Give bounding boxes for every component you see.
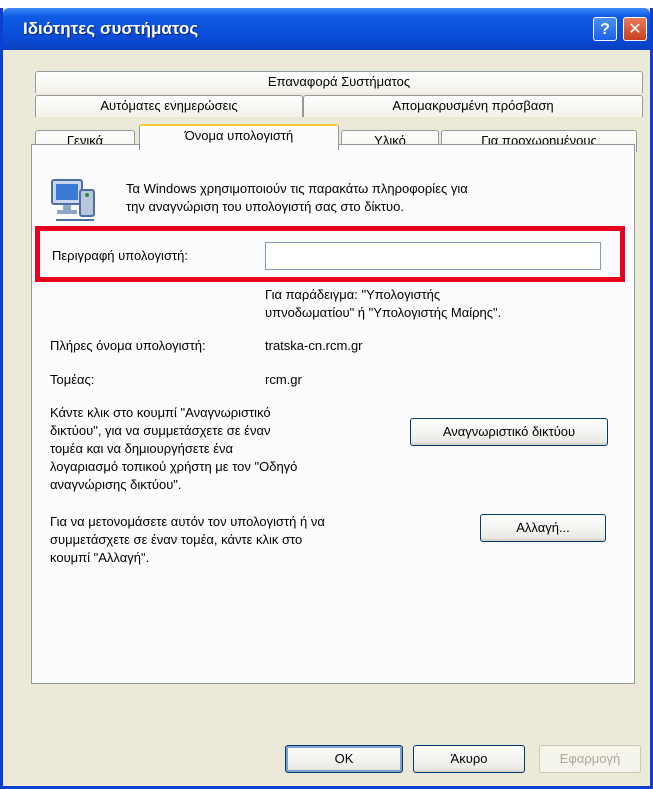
apply-button: Εφαρμογή <box>539 745 641 773</box>
netid-text-line5: αναγνώρισης δικτύου". <box>50 477 182 492</box>
netid-text-line2: δικτύου", για να συμμετάσχετε σε έναν <box>50 423 271 438</box>
computer-network-icon <box>51 179 95 221</box>
rename-text-line3: κουμπί "Αλλαγή". <box>50 550 150 565</box>
intro-text-line2: την αναγνώριση του υπολογιστή σας στο δί… <box>126 199 404 214</box>
netid-text-line1: Κάντε κλικ στο κουμπί "Αναγνωριστικό <box>50 405 271 420</box>
netid-text-line3: τομέα και να δημιουργήσετε ένα <box>50 441 234 456</box>
intro-text-line1: Τα Windows χρησιμοποιούν τις παρακάτω πλ… <box>126 181 468 196</box>
tab-computer-name[interactable]: Όνομα υπολογιστή <box>139 124 339 150</box>
rename-text-line1: Για να μετονομάσετε αυτόν τον υπολογιστή… <box>50 514 325 529</box>
example-text-line1: Για παράδειγμα: "Υπολογιστής <box>265 287 441 302</box>
red-highlight-box <box>35 226 625 282</box>
ok-button[interactable]: OK <box>285 745 403 773</box>
cancel-button[interactable]: Άκυρο <box>413 745 525 773</box>
netid-text-line4: λογαριασμό τοπικού χρήστη με τον "Οδηγό <box>50 459 298 474</box>
close-icon: ✕ <box>628 21 642 38</box>
help-button[interactable]: ? <box>593 17 617 41</box>
example-text-line2: υπνοδωματίου" ή "Υπολογιστής Μαίρης". <box>265 305 502 320</box>
close-button[interactable]: ✕ <box>623 17 647 41</box>
full-name-label: Πλήρες όνομα υπολογιστή: <box>50 338 206 353</box>
tab-remote[interactable]: Απομακρυσμένη πρόσβαση <box>303 95 643 117</box>
title-bar[interactable]: Ιδιότητες συστήματος ? ✕ <box>3 8 650 50</box>
network-id-button[interactable]: Αναγνωριστικό δικτύου <box>410 418 608 446</box>
tab-system-restore[interactable]: Επαναφορά Συστήματος <box>35 71 643 93</box>
window-title: Ιδιότητες συστήματος <box>23 19 199 38</box>
tab-automatic-updates[interactable]: Αυτόματες ενημερώσεις <box>35 95 303 117</box>
domain-label: Τομέας: <box>50 372 95 387</box>
system-properties-window: Ιδιότητες συστήματος ? ✕ Επαναφορά Συστή… <box>0 8 653 789</box>
help-icon: ? <box>600 21 610 38</box>
rename-text-line2: συμμετάσχετε σε έναν τομέα, κάντε κλικ σ… <box>50 532 303 547</box>
domain-value: rcm.gr <box>265 372 302 387</box>
full-name-value: tratska-cn.rcm.gr <box>265 338 363 353</box>
change-button[interactable]: Αλλαγή... <box>480 514 606 542</box>
